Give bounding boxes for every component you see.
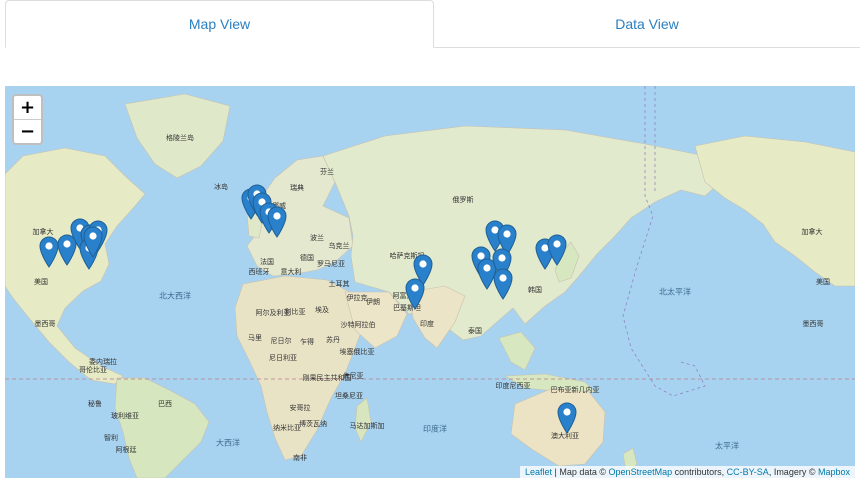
country-label: 格陵兰岛: [166, 134, 194, 142]
country-label: 乍得: [300, 338, 314, 346]
country-label: 玻利维亚: [111, 412, 139, 420]
mapbox-link[interactable]: Mapbox: [818, 467, 850, 477]
tab-bar: Map View Data View: [5, 0, 860, 48]
country-label: 智利: [104, 434, 118, 442]
leaflet-link[interactable]: Leaflet: [525, 467, 552, 477]
country-label: 墨西哥: [34, 320, 56, 328]
map-marker-icon[interactable]: [83, 226, 103, 258]
country-label: 芬兰: [320, 168, 334, 176]
country-label: 俄罗斯: [452, 196, 474, 204]
country-label: 印度: [420, 320, 434, 328]
country-label: 泰国: [468, 327, 482, 335]
country-label: 印度尼西亚: [495, 382, 531, 390]
country-label: 罗马尼亚: [317, 260, 345, 268]
ocean-label: 太平洋: [715, 441, 739, 451]
country-label: 加拿大: [801, 228, 823, 236]
ocean-label: 北太平洋: [659, 287, 691, 297]
attribution-text-3: , Imagery ©: [768, 467, 818, 477]
country-label: 苏丹: [326, 336, 340, 344]
country-label: 波兰: [310, 234, 324, 242]
country-label: 埃及: [315, 306, 329, 314]
country-label: 韩国: [528, 286, 542, 294]
country-label: 尼日利亚: [269, 354, 297, 362]
country-label: 哥伦比亚: [79, 366, 107, 374]
map-container[interactable]: 格陵兰岛 冰岛 芬兰 瑞典 挪威 加拿大 加拿大 美国 美国 墨西哥 墨西哥 北大西洋 北太平洋 俄罗斯哈…: [5, 86, 855, 478]
country-label: 沙特阿拉伯: [340, 321, 376, 329]
country-label: 阿根廷: [115, 446, 137, 454]
ocean-label: 印度洋: [423, 424, 447, 434]
attribution-text-2: contributors,: [672, 467, 727, 477]
country-label: 美国: [816, 278, 830, 286]
country-label: 阿尔及利亚: [255, 309, 291, 317]
country-label: 安哥拉: [289, 404, 311, 412]
country-label: 伊朗: [366, 298, 380, 306]
ocean-label: 北大西洋: [159, 291, 191, 301]
openstreetmap-link[interactable]: OpenStreetMap: [609, 467, 673, 477]
map-attribution: Leaflet | Map data © OpenStreetMap contr…: [520, 466, 855, 478]
zoom-out-button[interactable]: −: [14, 120, 41, 143]
tab-data-view[interactable]: Data View: [434, 0, 860, 48]
zoom-control: + −: [12, 94, 43, 145]
country-label: 马达加斯加: [349, 422, 385, 430]
country-label: 博茨瓦纳: [299, 420, 327, 428]
license-link[interactable]: CC-BY-SA: [727, 467, 769, 477]
country-label: 法国: [260, 258, 274, 266]
country-label: 德国: [300, 254, 314, 262]
country-label: 冰岛: [214, 183, 228, 191]
country-label: 坦桑尼亚: [335, 392, 363, 400]
tab-map-view[interactable]: Map View: [5, 0, 434, 48]
map-marker-icon[interactable]: [557, 402, 577, 434]
country-label: 西班牙: [248, 268, 270, 276]
country-label: 意大利: [280, 268, 302, 276]
attribution-text-1: | Map data ©: [552, 467, 609, 477]
country-label: 土耳其: [328, 280, 350, 288]
country-label: 墨西哥: [802, 320, 824, 328]
country-label: 瑞典: [290, 184, 304, 192]
map-marker-icon[interactable]: [39, 236, 59, 268]
map-marker-icon[interactable]: [405, 278, 425, 310]
map-marker-icon[interactable]: [547, 234, 567, 266]
map-marker-icon[interactable]: [267, 206, 287, 238]
country-label: 伊拉克: [346, 294, 368, 302]
map-marker-icon[interactable]: [493, 268, 513, 300]
country-label: 秘鲁: [88, 400, 102, 408]
country-label: 纳米比亚: [273, 424, 301, 432]
zoom-in-button[interactable]: +: [14, 96, 41, 120]
country-label: 南非: [293, 454, 307, 462]
country-label: 美国: [34, 278, 48, 286]
country-label: 尼日尔: [270, 337, 292, 345]
country-label: 巴西: [158, 400, 172, 408]
country-label: 刚果民主共和国: [302, 374, 352, 382]
country-label: 乌克兰: [328, 242, 350, 250]
ocean-label: 大西洋: [216, 438, 240, 448]
country-label: 巴布亚新几内亚: [550, 386, 600, 394]
country-label: 埃塞俄比亚: [339, 348, 375, 356]
country-label: 马里: [248, 334, 262, 342]
